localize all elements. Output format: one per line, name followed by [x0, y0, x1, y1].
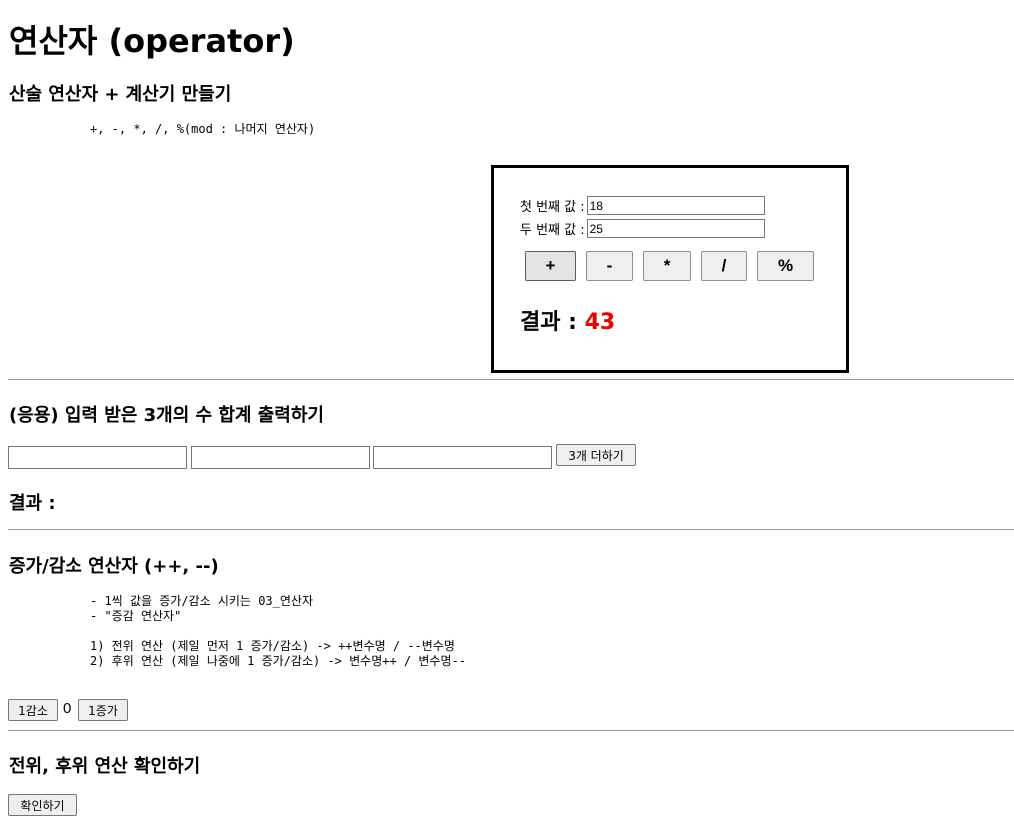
- second-value-input[interactable]: [586, 219, 765, 238]
- incdec-description: - 1씩 값을 증가/감소 시키는 03_연산자 - "증감 연산자" 1) 전…: [90, 594, 466, 668]
- arith-operators-text: +, -, *, /, %(mod : 나머지 연산자): [90, 122, 316, 136]
- divide-button[interactable]: /: [701, 251, 747, 281]
- modulo-button[interactable]: %: [757, 251, 814, 281]
- subtract-button[interactable]: -: [586, 251, 633, 281]
- counter-value: 0: [63, 700, 72, 717]
- first-value-label: 첫 번째 값 :: [520, 200, 585, 215]
- divider: [8, 529, 1014, 530]
- calculator-result-value: 43: [584, 310, 616, 335]
- divider: [8, 730, 1014, 731]
- increment-button[interactable]: 1증가: [78, 699, 128, 721]
- calculator-panel: 첫 번째 값 : 두 번째 값 : + - * / % 결과 : 43: [491, 165, 849, 373]
- add-button[interactable]: +: [525, 251, 576, 281]
- prepost-heading: 전위, 후위 연산 확인하기: [9, 756, 201, 777]
- incdec-heading: 증가/감소 연산자 (++, --): [9, 556, 219, 577]
- sum3-heading: (응용) 입력 받은 3개의 수 합계 출력하기: [9, 405, 324, 426]
- divider: [8, 379, 1014, 380]
- calculator-result: 결과 : 43: [520, 304, 615, 336]
- check-button[interactable]: 확인하기: [8, 794, 77, 816]
- first-value-input[interactable]: [586, 196, 765, 215]
- sum3-add-button[interactable]: 3개 더하기: [556, 444, 636, 466]
- first-value-row: 첫 번째 값 :: [520, 196, 765, 215]
- sum3-input-2[interactable]: [191, 446, 370, 469]
- multiply-button[interactable]: *: [643, 251, 691, 281]
- calculator-result-label: 결과 :: [520, 310, 577, 335]
- second-value-row: 두 번째 값 :: [520, 219, 765, 238]
- sum3-input-1[interactable]: [8, 446, 187, 469]
- page-title: 연산자 (operator): [9, 22, 295, 60]
- decrement-button[interactable]: 1감소: [8, 699, 58, 721]
- sum3-result-label: 결과 :: [9, 493, 56, 514]
- second-value-label: 두 번째 값 :: [520, 223, 585, 238]
- arith-heading: 산술 연산자 + 계산기 만들기: [9, 84, 232, 105]
- sum3-input-3[interactable]: [373, 446, 552, 469]
